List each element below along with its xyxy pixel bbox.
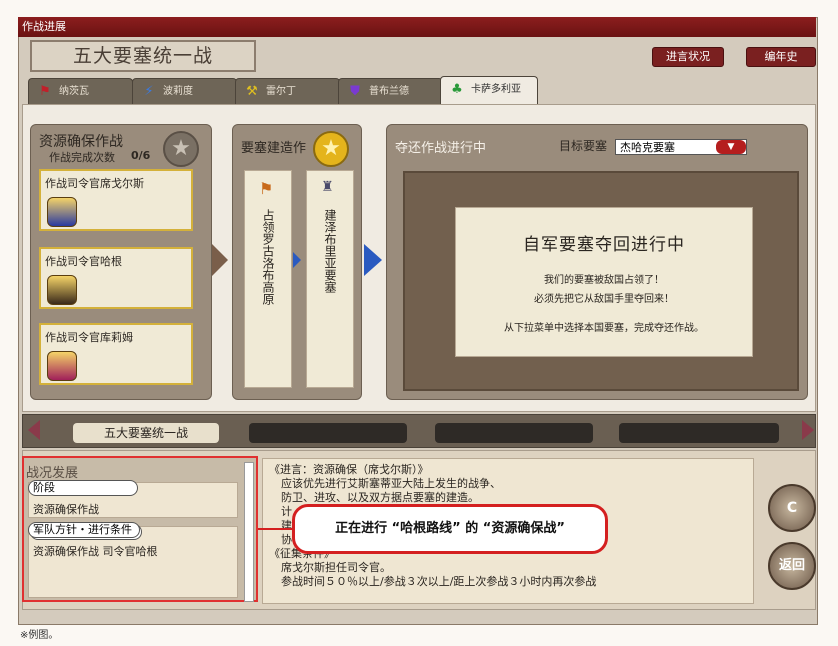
resource-column: 资源确保作战 作战完成次数 0/6 ★ 作战司令官席戈尔斯 作战司令官哈根 作战… — [30, 124, 212, 400]
footnote: ※例图。 — [20, 630, 59, 641]
flow-arrow-icon — [212, 244, 228, 276]
refresh-button[interactable]: C — [768, 484, 816, 532]
castle-icon: ♜ — [321, 179, 334, 195]
commander-card[interactable]: 作战司令官席戈尔斯 — [39, 169, 193, 231]
message-title: 自军要塞夺回进行中 — [523, 235, 685, 255]
timeline-bar: 五大要塞统一战 — [22, 414, 816, 448]
flow-arrow-icon — [364, 244, 382, 276]
tab-polidu[interactable]: ⚡ 波莉度 — [132, 78, 237, 104]
report-status-button[interactable]: 进言状况 — [652, 47, 724, 67]
chevron-down-icon[interactable]: ▼ — [716, 140, 746, 154]
tab-pubrand[interactable]: ⛊ 普布兰德 — [338, 78, 443, 104]
tab-kasadoria[interactable]: ♣ 卡萨多利亚 — [440, 76, 538, 104]
callout-annotation: 正在进行 “哈根路线” 的 “资源确保战” — [292, 504, 608, 554]
target-select-value: 杰哈克要塞 — [620, 141, 675, 154]
timeline-item[interactable] — [249, 423, 407, 443]
tab-label: 卡萨多利亚 — [471, 84, 521, 95]
star-icon: ★ — [313, 131, 349, 167]
flag-icon: ⚑ — [39, 84, 51, 99]
commander-name: 作战司令官哈根 — [45, 255, 122, 268]
emblem-icon — [47, 197, 77, 227]
flow-arrow-icon — [293, 252, 301, 268]
recapture-view: 自军要塞夺回进行中 我们的要塞被敌国占领了！ 必须先把它从敌国手里夺回来！ 从下… — [403, 171, 799, 391]
message-line: 我们的要塞被敌国占领了！ — [544, 275, 664, 286]
history-button[interactable]: 编年史 — [746, 47, 816, 67]
fortress-card-label: 占领罗古洛布高原 — [261, 209, 275, 305]
lightning-icon: ⚡ — [144, 84, 154, 99]
timeline-item-active[interactable]: 五大要塞统一战 — [73, 423, 219, 443]
advice-line: 席戈尔斯担任司令官。 — [281, 561, 391, 574]
emblem-icon — [47, 275, 77, 305]
target-label: 目标要塞 — [559, 139, 608, 153]
fortress-card[interactable]: ♜ 建泽布里亚要塞 — [306, 170, 354, 388]
fortress-title: 要塞建造作 — [241, 141, 307, 156]
stage-label: 阶段 — [28, 480, 138, 496]
advice-line: 参战时间５０％以上/参战３次以上/距上次参战３小时内再次参战 — [281, 575, 597, 588]
star-icon: ★ — [163, 131, 199, 167]
next-arrow-icon[interactable] — [802, 420, 814, 440]
timeline-item[interactable] — [435, 423, 593, 443]
progress-title: 战况发展 — [26, 466, 79, 481]
page-title: 五大要塞统一战 — [30, 40, 256, 72]
timeline-item[interactable] — [619, 423, 779, 443]
clover-icon: ♣ — [451, 82, 463, 97]
emblem-icon — [47, 351, 77, 381]
tab-label: 波莉度 — [163, 86, 193, 97]
recapture-title: 夺还作战进行中 — [395, 141, 487, 156]
flag-icon: ⚑ — [259, 179, 274, 198]
shield-icon: ⛊ — [350, 84, 360, 99]
recapture-column: 夺还作战进行中 目标要塞 杰哈克要塞 ▼ 自军要塞夺回进行中 我们的要塞被敌国占… — [386, 124, 808, 400]
message-line: 必须先把它从敌国手里夺回来！ — [534, 294, 674, 305]
progress-scrollbar[interactable] — [244, 462, 254, 602]
tab-label: 雷尔丁 — [266, 86, 296, 97]
tab-nachwa[interactable]: ⚑ 纳茨瓦 — [28, 78, 133, 104]
window-title: 作战进展 — [18, 17, 816, 37]
prev-arrow-icon[interactable] — [28, 420, 40, 440]
callout-connector — [258, 528, 294, 530]
back-button[interactable]: 返回 — [768, 542, 816, 590]
resource-title: 资源确保作战 — [39, 134, 123, 150]
completion-count-label: 作战完成次数 — [49, 151, 115, 164]
fortress-card-label: 建泽布里亚要塞 — [323, 209, 337, 293]
tab-label: 普布兰德 — [369, 86, 409, 97]
advice-line: 《进言：资源确保（席戈尔斯）》 — [269, 463, 429, 476]
commander-name: 作战司令官库莉姆 — [45, 331, 133, 344]
tab-label: 纳茨瓦 — [59, 86, 89, 97]
advice-line: 应该优先进行艾斯塞蒂亚大陆上发生的战争、 — [281, 477, 501, 490]
commander-card[interactable]: 作战司令官库莉姆 — [39, 323, 193, 385]
tab-leirding[interactable]: ⚒ 雷尔丁 — [235, 78, 340, 104]
advice-line: 防卫、进攻、以及双方据点要塞的建造。 — [281, 491, 479, 504]
policy-label: 军队方针・进行条件 — [28, 522, 140, 538]
fortress-card[interactable]: ⚑ 占领罗古洛布高原 — [244, 170, 292, 388]
message-line: 从下拉菜单中选择本国要塞，完成夺还作战。 — [504, 323, 704, 334]
commander-name: 作战司令官席戈尔斯 — [45, 177, 144, 190]
hammer-icon: ⚒ — [246, 84, 258, 99]
recapture-message: 自军要塞夺回进行中 我们的要塞被敌国占领了！ 必须先把它从敌国手里夺回来！ 从下… — [455, 207, 753, 357]
completion-count-value: 0/6 — [131, 149, 151, 162]
commander-card[interactable]: 作战司令官哈根 — [39, 247, 193, 309]
target-fortress-select[interactable]: 杰哈克要塞 ▼ — [615, 139, 747, 155]
